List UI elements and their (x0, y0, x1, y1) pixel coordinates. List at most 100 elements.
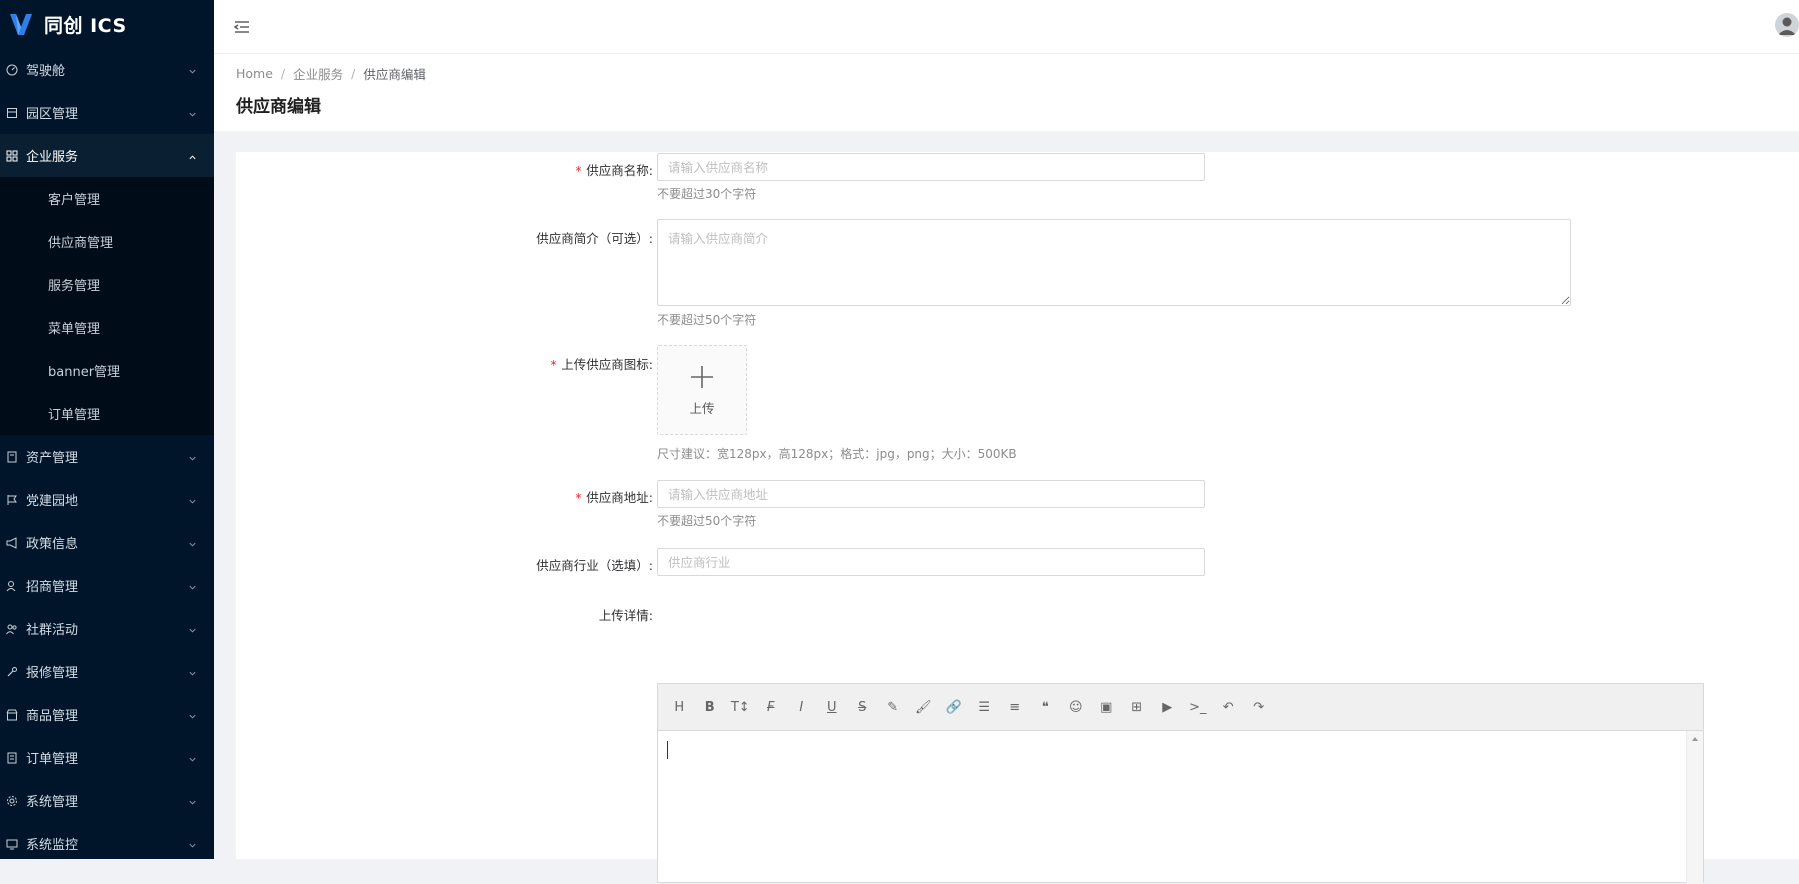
sidebar-item-11[interactable]: 系统管理 (0, 779, 214, 822)
sidebar-item-label: 政策信息 (26, 537, 79, 552)
chevron-down-icon (188, 667, 198, 677)
supplier-logo-label: * 上传供应商图标: (550, 354, 653, 373)
sidebar-item-10[interactable]: 订单管理 (0, 736, 214, 779)
sidebar-item-12[interactable]: 系统监控 (0, 822, 214, 859)
wrench-icon (6, 666, 18, 678)
image-icon[interactable]: ▣ (1091, 692, 1122, 722)
users-icon (6, 623, 18, 635)
highlight-icon[interactable]: ✎ (878, 692, 909, 722)
video-icon[interactable]: ▶ (1152, 692, 1183, 722)
submenu-item-1[interactable]: 供应商管理 (0, 220, 214, 263)
font-size-icon[interactable]: T↕ (725, 692, 756, 722)
sidebar-item-6[interactable]: 招商管理 (0, 564, 214, 607)
supplier-logo-hint: 尺寸建议：宽128px，高128px；格式：jpg，png；大小：500KB (657, 447, 1017, 461)
breadcrumb-enterprise-service[interactable]: 企业服务 (293, 64, 343, 83)
sidebar-item-7[interactable]: 社群活动 (0, 607, 214, 650)
sidebar-item-9[interactable]: 商品管理 (0, 693, 214, 736)
table-icon[interactable]: ⊞ (1122, 692, 1153, 722)
chevron-down-icon (188, 495, 198, 505)
supplier-name-hint: 不要超过30个字符 (657, 187, 757, 201)
code-icon[interactable]: >_ (1183, 692, 1214, 722)
sidebar-item-0[interactable]: 驾驶舱 (0, 48, 214, 91)
supplier-intro-hint: 不要超过50个字符 (657, 313, 757, 327)
chevron-down-icon (188, 624, 198, 634)
submenu-item-0[interactable]: 客户管理 (0, 177, 214, 220)
supplier-intro-label: 供应商简介（可选）: (536, 231, 653, 246)
breadcrumb: Home / 企业服务 / 供应商编辑 (236, 64, 426, 83)
brush-icon[interactable]: 🖌 (908, 692, 939, 722)
breadcrumb-home[interactable]: Home (236, 66, 273, 81)
page-title: 供应商编辑 (236, 97, 321, 117)
scroll-up-arrow-icon[interactable] (1691, 735, 1699, 743)
align-icon[interactable]: ≡ (1000, 692, 1031, 722)
link-icon[interactable]: 🔗 (939, 692, 970, 722)
app-name: 同创 ICS (44, 14, 127, 37)
supplier-address-input[interactable] (657, 480, 1205, 508)
emoji-icon[interactable]: ☺ (1061, 692, 1092, 722)
menu-fold-icon[interactable] (232, 17, 252, 37)
required-mark: * (574, 490, 583, 505)
supplier-intro-textarea[interactable] (657, 219, 1571, 306)
sidebar-menu: 驾驶舱 园区管理 企业服务 客户管理 供应商管理 服务管理 菜单管理 banner管理 订单管理… (0, 48, 214, 859)
sidebar-item-label: 党建园地 (26, 494, 79, 509)
gear-icon (6, 795, 18, 807)
form-card: *供应商名称: 不要超过30个字符 供应商简介（可选）: 不要超过50个字符 *… (236, 152, 1799, 884)
submenu-item-4[interactable]: banner管理 (0, 349, 214, 392)
breadcrumb-separator: / (280, 66, 286, 81)
supplier-address-label: * 供应商地址: (575, 487, 653, 506)
asset-icon (6, 451, 18, 463)
editor-scrollbar[interactable] (1686, 731, 1703, 884)
text-caret (667, 741, 668, 759)
user-search-icon (6, 580, 18, 592)
upload-button-label: 上传 (689, 400, 715, 416)
chevron-down-icon (188, 581, 198, 591)
submenu-item-2[interactable]: 服务管理 (0, 263, 214, 306)
sidebar-item-label: 订单管理 (26, 752, 79, 767)
undo-icon[interactable]: ↶ (1213, 692, 1244, 722)
user-avatar[interactable] (1775, 13, 1799, 37)
order-icon (6, 752, 18, 764)
chevron-down-icon (188, 452, 198, 462)
sidebar-item-5[interactable]: 政策信息 (0, 521, 214, 564)
supplier-name-label: * 供应商名称: (575, 160, 653, 179)
chevron-down-icon (188, 839, 198, 849)
monitor-icon (6, 838, 18, 850)
required-mark: * (549, 357, 558, 372)
italic-icon[interactable]: I (786, 692, 817, 722)
underline-icon[interactable]: U (817, 692, 848, 722)
redo-icon[interactable]: ↷ (1244, 692, 1275, 722)
bulleted-list-icon[interactable]: ☰ (969, 692, 1000, 722)
supplier-industry-input[interactable] (657, 548, 1205, 576)
chevron-down-icon (188, 710, 198, 720)
sidebar-item-4[interactable]: 党建园地 (0, 478, 214, 521)
apps-icon (6, 150, 18, 162)
user-avatar-icon (1775, 13, 1799, 37)
app-logo[interactable]: 同创 ICS (0, 0, 214, 48)
sidebar-item-2[interactable]: 企业服务 (0, 134, 214, 177)
sidebar: 同创 ICS 驾驶舱园区管理企业服务 客户管理 供应商管理 服务管理 菜单管理 banne… (0, 0, 214, 859)
supplier-industry-label: 供应商行业（选填）: (536, 558, 653, 573)
rich-text-editor: H B T↕ F I U S ✎ 🖌 🔗 ☰ ≡ ❝ ☺ ▣ ⊞ ▶ >_ ↶ ↷ (657, 683, 1704, 884)
breadcrumb-current: 供应商编辑 (363, 67, 426, 82)
quote-icon[interactable]: ❝ (1030, 692, 1061, 722)
supplier-name-input[interactable] (657, 153, 1205, 181)
detail-label: 上传详情: (598, 608, 653, 623)
font-family-icon[interactable]: F (756, 692, 787, 722)
sidebar-item-label: 报修管理 (26, 666, 79, 681)
editor-content-area[interactable] (658, 731, 1703, 884)
upload-logo-button[interactable]: 上传 (657, 345, 747, 435)
submenu-item-5[interactable]: 订单管理 (0, 392, 214, 435)
bold-icon[interactable]: B (695, 692, 726, 722)
plus-icon (691, 365, 713, 388)
chevron-down-icon (188, 538, 198, 548)
heading-icon[interactable]: H (664, 692, 695, 722)
breadcrumb-separator: / (351, 66, 356, 81)
sidebar-item-label: 商品管理 (26, 709, 79, 724)
chevron-down-icon (188, 108, 198, 118)
strikethrough-icon[interactable]: S (847, 692, 878, 722)
submenu-item-3[interactable]: 菜单管理 (0, 306, 214, 349)
sidebar-item-label: 园区管理 (26, 107, 79, 122)
sidebar-item-3[interactable]: 资产管理 (0, 435, 214, 478)
sidebar-item-1[interactable]: 园区管理 (0, 91, 214, 134)
sidebar-item-8[interactable]: 报修管理 (0, 650, 214, 693)
